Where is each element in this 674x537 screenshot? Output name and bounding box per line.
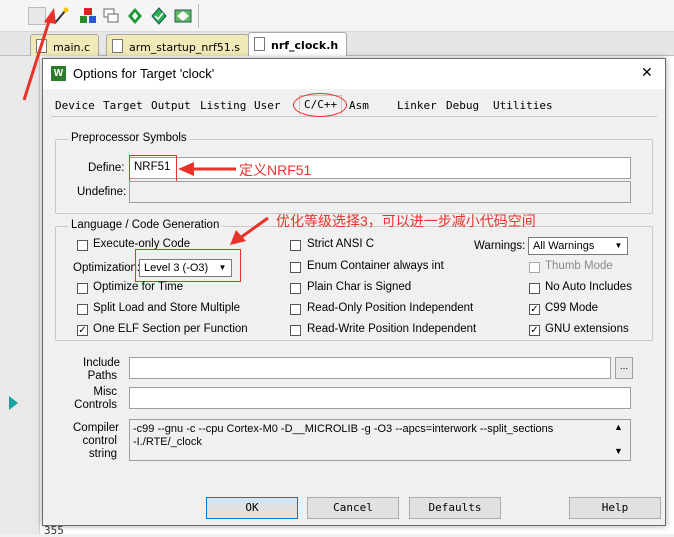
- define-annotation-text: 定义NRF51: [239, 162, 312, 178]
- optimization-pointer-arrow: [239, 216, 269, 240]
- optimization-arrowhead: [230, 230, 246, 245]
- define-arrowhead: [178, 162, 194, 176]
- annotation-overlay: [22, 8, 269, 245]
- optimization-annotation-text: 优化等级选择3，可以进一步减小代码空间: [276, 213, 536, 229]
- toolbar-pointer-arrow: [22, 17, 52, 101]
- toolbar-arrowhead: [44, 8, 56, 24]
